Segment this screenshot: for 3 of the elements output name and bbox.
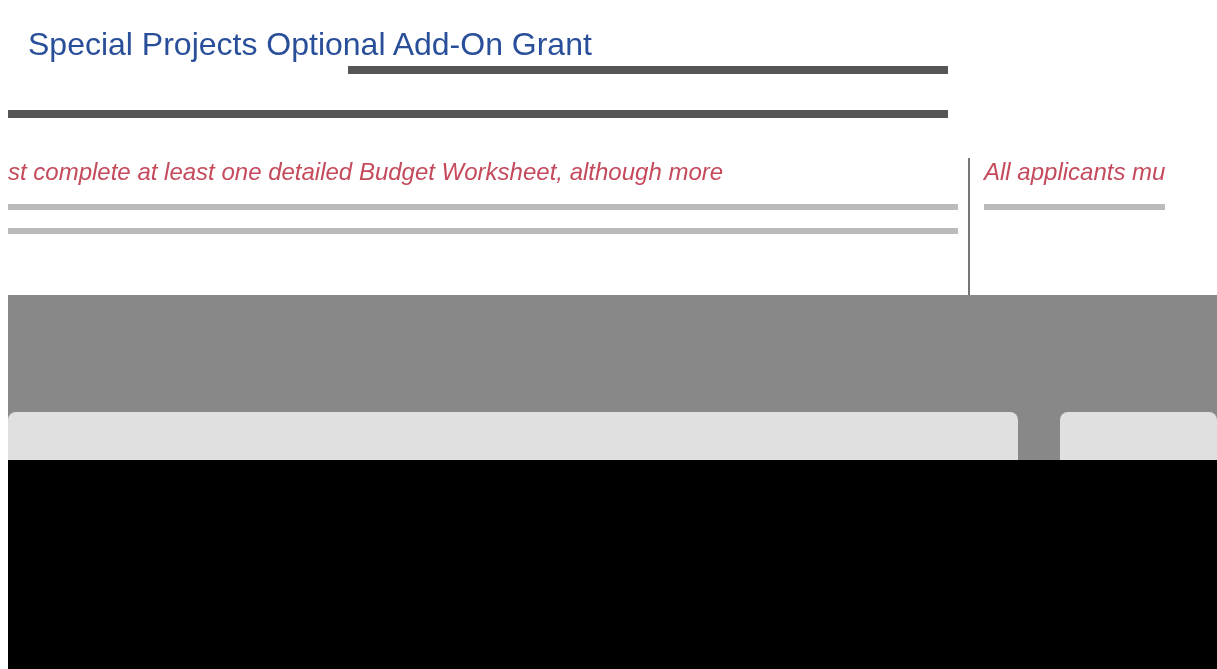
instruction-text: All applicants mu [984,158,1166,186]
page-title: Special Projects Optional Add-On Grant [28,28,593,60]
instruction-text: st complete at least one detailed Budget Worksheet, although more [8,158,725,186]
